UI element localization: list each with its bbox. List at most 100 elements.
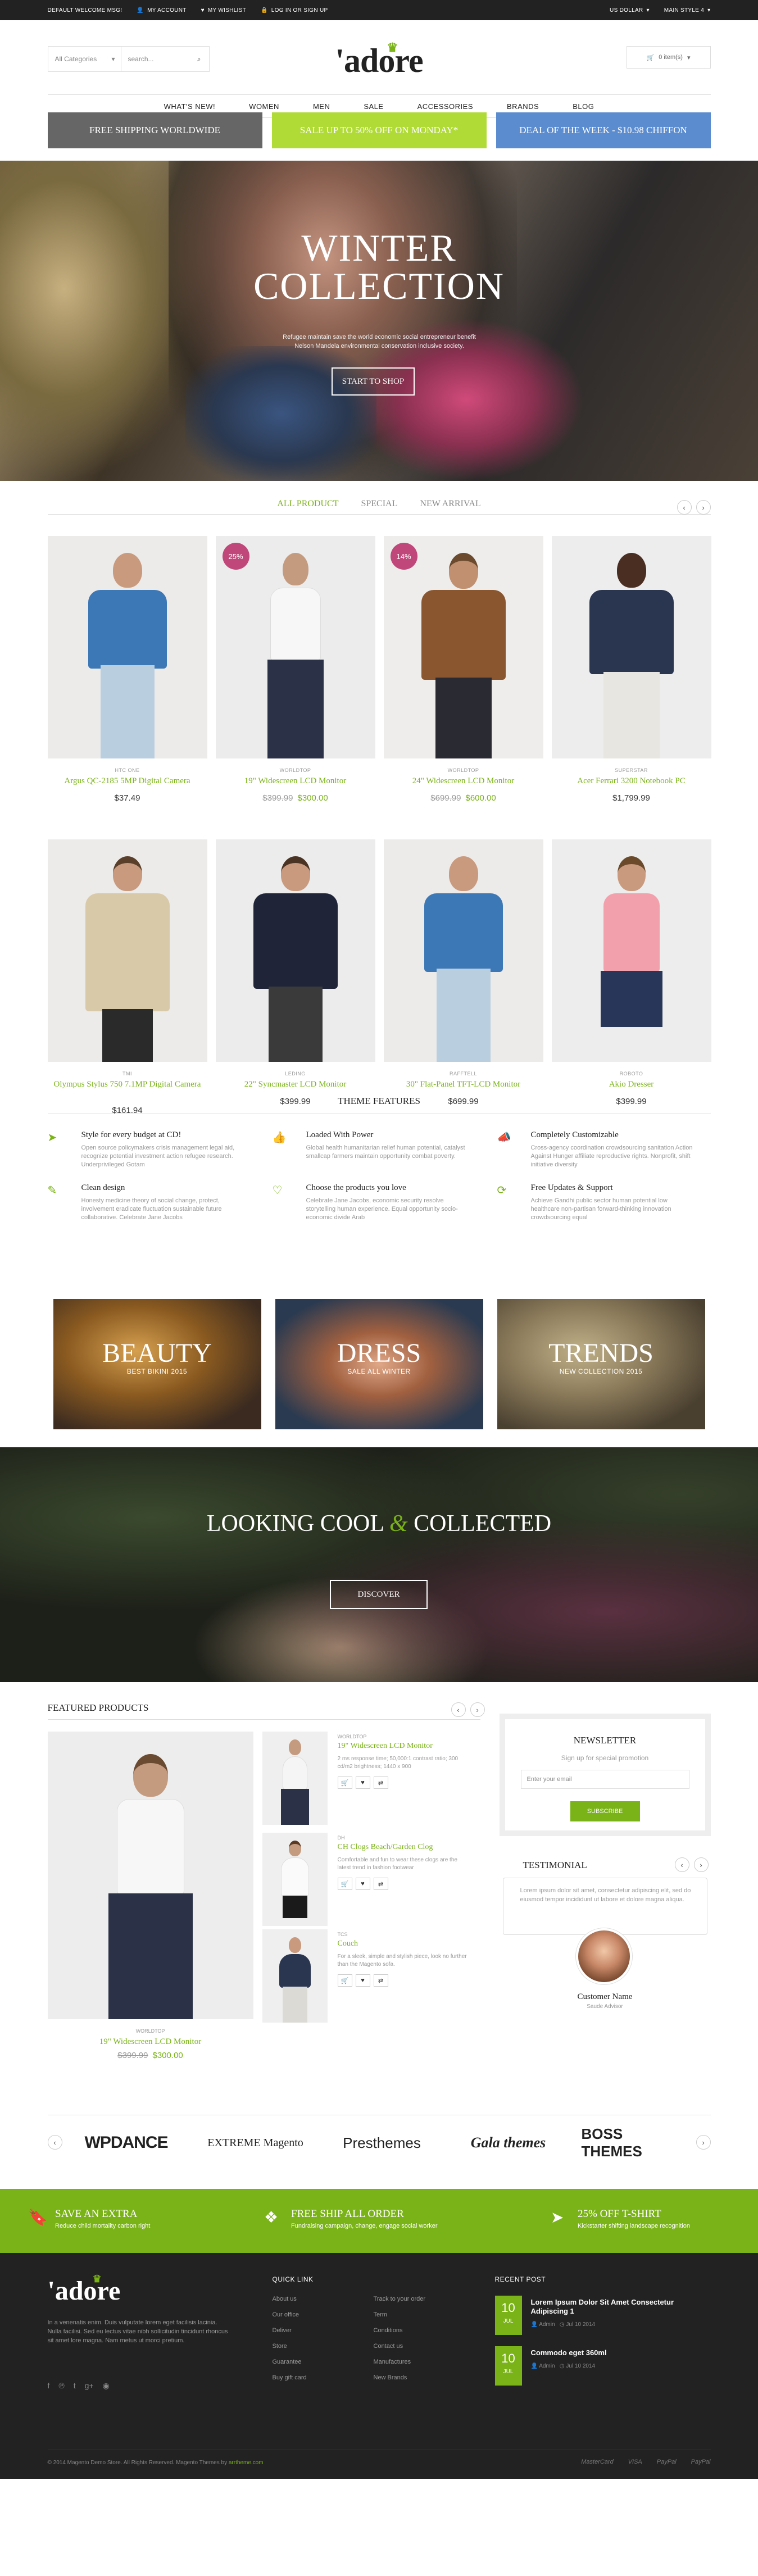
product-image[interactable] <box>383 536 543 758</box>
product-image[interactable] <box>47 839 207 1062</box>
product-image[interactable] <box>551 536 711 758</box>
brand-logo[interactable]: WPDANCE <box>76 2126 177 2160</box>
rss-icon[interactable]: ◉ <box>103 2381 110 2391</box>
facebook-icon[interactable]: f <box>48 2381 50 2391</box>
banner-title: Dress <box>337 1338 421 1368</box>
featured-main-name[interactable]: 19" Widescreen LCD Monitor <box>48 2037 253 2047</box>
product-name[interactable]: 24" Widescreen LCD Monitor <box>384 776 543 786</box>
post-title[interactable]: Commodo eget 360ml <box>531 2348 694 2357</box>
search-input[interactable]: search... ⌕ <box>121 55 209 63</box>
post-title[interactable]: Lorem Ipsum Dolor Sit Amet Consectetur A… <box>531 2298 694 2316</box>
footer-logo[interactable]: 'adore ♛ <box>48 2273 121 2306</box>
item-name[interactable]: 19" Widescreen LCD Monitor <box>338 1742 473 1751</box>
google-plus-icon[interactable]: g+ <box>85 2381 94 2391</box>
featured-main-image[interactable] <box>47 1732 253 2019</box>
prev-arrow-icon[interactable]: ‹ <box>47 2135 62 2150</box>
brand-logo[interactable]: Gala themes <box>452 2126 565 2160</box>
recent-post[interactable]: 10 JUL Commodo eget 360ml 👤 Admin ◷ Jul 1… <box>494 2346 697 2386</box>
tab-all-product[interactable]: All Product <box>277 499 338 509</box>
copyright-link[interactable]: arrtheme.com <box>229 2460 264 2466</box>
next-arrow-icon[interactable]: › <box>696 2135 711 2150</box>
footer-link[interactable]: About us <box>273 2296 307 2302</box>
chevron-down-icon: ▾ <box>687 54 691 61</box>
footer-link[interactable]: Buy gift card <box>273 2374 307 2381</box>
footer-link[interactable]: Guarantee <box>273 2359 307 2365</box>
footer-link[interactable]: Track to your order <box>374 2296 426 2302</box>
featured-thumb[interactable] <box>262 1833 328 1926</box>
footer-link[interactable]: Our office <box>273 2311 307 2318</box>
footer-link[interactable]: New Brands <box>374 2374 426 2381</box>
lookbook-title-b: Collected <box>414 1511 552 1537</box>
footer-link[interactable]: Deliver <box>273 2327 307 2334</box>
product-image[interactable] <box>551 839 711 1062</box>
prev-arrow-icon[interactable]: ‹ <box>677 500 692 515</box>
compare-icon[interactable]: ⇄ <box>373 1974 388 1987</box>
compare-icon[interactable]: ⇄ <box>373 1878 388 1890</box>
paper-plane-icon: ➤ <box>47 1132 57 1144</box>
category-select[interactable]: All Categories ▾ <box>48 47 121 71</box>
brand-logo[interactable]: Presthemes <box>329 2126 435 2160</box>
cart-button[interactable]: 🛒 0 item(s) ▾ <box>626 46 711 69</box>
featured-thumb[interactable] <box>262 1732 328 1825</box>
product-image[interactable] <box>215 839 375 1062</box>
item-name[interactable]: CH Clogs Beach/Garden Clog <box>338 1843 473 1852</box>
product-image[interactable] <box>47 536 207 758</box>
prev-arrow-icon[interactable]: ‹ <box>674 1857 689 1872</box>
footer-link[interactable]: Contact us <box>374 2343 426 2350</box>
product-price: $1,799.99 <box>552 793 711 803</box>
banner-dress[interactable]: Dress Sale all winter <box>275 1299 483 1429</box>
product-image[interactable] <box>215 536 375 758</box>
brand-logo[interactable]: BOSS THEMES <box>582 2125 677 2160</box>
cart-icon[interactable]: 🛒 <box>337 1777 352 1789</box>
old-price: $399.99 <box>117 2051 148 2060</box>
heart-icon[interactable]: ♥ <box>355 1974 370 1987</box>
currency-select[interactable]: US Dollar ▾ <box>610 7 650 13</box>
heart-icon[interactable]: ♥ <box>355 1878 370 1890</box>
promo-free-shipping[interactable]: Free shipping worldwide <box>47 112 262 148</box>
service-subtitle: Kickstarter shifting landscape recogniti… <box>578 2223 690 2229</box>
next-arrow-icon[interactable]: › <box>693 1857 709 1872</box>
pinterest-icon[interactable]: ℗ <box>58 2381 64 2391</box>
site-logo[interactable]: 'adore ♛ <box>329 40 430 80</box>
subscribe-button[interactable]: Subscribe <box>570 1801 640 1821</box>
twitter-icon[interactable]: t <box>74 2381 76 2391</box>
brand-logo[interactable]: EXTREME Magento <box>199 2126 312 2160</box>
item-name[interactable]: Couch <box>338 1939 473 1948</box>
recent-post[interactable]: 10 JUL Lorem Ipsum Dolor Sit Amet Consect… <box>494 2296 697 2335</box>
tab-special[interactable]: Special <box>361 499 397 509</box>
product-name[interactable]: Acer Ferrari 3200 Notebook PC <box>552 776 711 786</box>
quick-links: Quick Link <box>273 2275 314 2283</box>
product-name[interactable]: Argus QC-2185 5MP Digital Camera <box>48 776 207 786</box>
hero-slider[interactable]: Winter Collection Refugee maintain save … <box>0 161 758 481</box>
heart-icon[interactable]: ♥ <box>355 1777 370 1789</box>
cart-icon: 🛒 <box>646 54 655 61</box>
search-icon[interactable]: ⌕ <box>197 55 201 63</box>
discover-button[interactable]: Discover <box>330 1580 428 1609</box>
banner-beauty[interactable]: Beauty Best bikini 2015 <box>53 1299 261 1429</box>
tab-new-arrival[interactable]: New Arrival <box>420 499 480 509</box>
my-wishlist-link[interactable]: ♥ My Wishlist <box>201 7 246 13</box>
login-link[interactable]: 🔒 Log in or Sign up <box>261 7 328 13</box>
cart-icon[interactable]: 🛒 <box>337 1878 352 1890</box>
footer-link[interactable]: Term <box>374 2311 426 2318</box>
style-select[interactable]: Main style 4 ▾ <box>664 7 711 13</box>
footer-link[interactable]: Store <box>273 2343 307 2350</box>
product-image[interactable] <box>383 839 543 1062</box>
cart-icon[interactable]: 🛒 <box>337 1974 352 1987</box>
banner-trends[interactable]: Trends New collection 2015 <box>497 1299 705 1429</box>
promo-sale[interactable]: Sale up to 50% off on Monday* <box>271 112 487 148</box>
footer-about: In a venenatis enim. Duis vulputate lore… <box>47 2319 228 2344</box>
newsletter-email-input[interactable]: Enter your email <box>520 1770 689 1789</box>
prev-arrow-icon[interactable]: ‹ <box>451 1702 466 1717</box>
compare-icon[interactable]: ⇄ <box>373 1777 388 1789</box>
next-arrow-icon[interactable]: › <box>470 1702 485 1717</box>
theme-features: Theme Features ➤ Style for every budget a… <box>47 1088 711 1299</box>
featured-thumb[interactable] <box>262 1929 328 2023</box>
promo-deal-of-week[interactable]: Deal of the week - $10.98 Chiffon <box>496 112 711 148</box>
footer-link[interactable]: Conditions <box>374 2327 426 2334</box>
start-to-shop-button[interactable]: Start to shop <box>332 367 415 396</box>
product-name[interactable]: 19" Widescreen LCD Monitor <box>216 776 375 786</box>
next-arrow-icon[interactable]: › <box>696 500 711 515</box>
footer-link[interactable]: Manufactures <box>374 2359 426 2365</box>
my-account-link[interactable]: 👤 My Account <box>137 7 186 13</box>
